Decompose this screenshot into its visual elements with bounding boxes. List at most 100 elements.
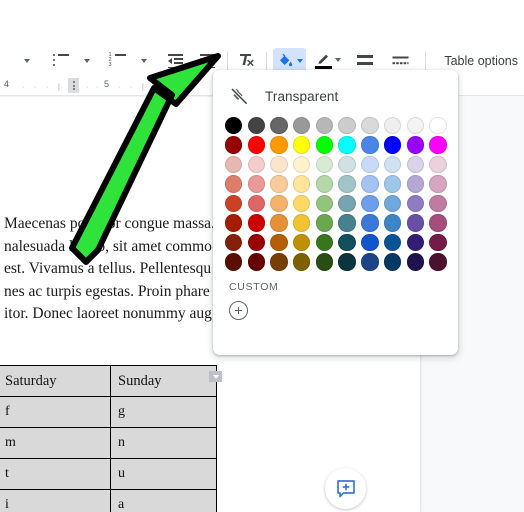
color-swatch[interactable]: [406, 253, 424, 271]
color-swatch[interactable]: [293, 117, 311, 135]
color-swatch[interactable]: [429, 136, 447, 154]
color-swatch[interactable]: [247, 214, 266, 232]
table-header-cell[interactable]: Sunday: [110, 365, 217, 397]
color-swatch[interactable]: [429, 233, 447, 252]
color-swatch[interactable]: [406, 194, 424, 213]
document-table[interactable]: day Saturday Sunday f g m n t u: [0, 365, 217, 512]
color-swatch[interactable]: [361, 155, 379, 174]
color-swatch[interactable]: [383, 253, 402, 271]
color-swatch[interactable]: [247, 233, 266, 252]
table-cell[interactable]: u: [110, 458, 217, 490]
color-swatch[interactable]: [406, 175, 424, 193]
table-cell[interactable]: i: [0, 489, 111, 512]
color-swatch[interactable]: [406, 233, 424, 252]
color-swatch[interactable]: [383, 117, 402, 135]
color-swatch[interactable]: [383, 175, 402, 193]
table-cell[interactable]: f: [0, 396, 111, 428]
color-swatch[interactable]: [247, 253, 266, 271]
color-swatch[interactable]: [338, 253, 356, 271]
table-cell[interactable]: n: [110, 427, 217, 459]
color-swatch[interactable]: [270, 214, 288, 232]
color-swatch[interactable]: [338, 175, 356, 193]
chevron-down-icon[interactable]: [334, 57, 341, 62]
color-swatch[interactable]: [270, 253, 288, 271]
color-swatch[interactable]: [383, 214, 402, 232]
bulleted-list-button[interactable]: [48, 48, 74, 74]
color-swatch[interactable]: [293, 136, 311, 154]
color-swatch[interactable]: [429, 155, 447, 174]
color-swatch[interactable]: [383, 233, 402, 252]
color-swatch[interactable]: [270, 175, 288, 193]
table-cell[interactable]: t: [0, 458, 111, 490]
color-swatch[interactable]: [338, 117, 356, 135]
decrease-indent-button[interactable]: [163, 48, 189, 74]
color-swatch[interactable]: [225, 155, 243, 174]
table-cell[interactable]: g: [110, 396, 217, 428]
color-swatch[interactable]: [429, 175, 447, 193]
numbered-list-button[interactable]: 123: [105, 48, 131, 74]
add-comment-button[interactable]: [325, 468, 366, 509]
color-swatch[interactable]: [315, 136, 334, 154]
color-swatch[interactable]: [361, 194, 379, 213]
color-swatch[interactable]: [383, 136, 402, 154]
chevron-down-icon[interactable]: [296, 58, 303, 63]
numbered-list-caret-button[interactable]: [131, 48, 157, 74]
color-swatch[interactable]: [315, 155, 334, 174]
table-header-cell[interactable]: Saturday: [0, 365, 111, 397]
color-swatch[interactable]: [361, 175, 379, 193]
table-cell[interactable]: m: [0, 427, 111, 459]
color-swatch[interactable]: [315, 233, 334, 252]
color-swatch[interactable]: [406, 214, 424, 232]
color-swatch[interactable]: [225, 233, 243, 252]
color-swatch[interactable]: [225, 117, 243, 135]
color-swatch[interactable]: [383, 194, 402, 213]
color-swatch[interactable]: [361, 233, 379, 252]
add-custom-color-button[interactable]: +: [229, 300, 248, 320]
color-swatch[interactable]: [338, 194, 356, 213]
ruler-tab-stop[interactable]: [68, 78, 79, 93]
ruler-tab-stop[interactable]: [152, 78, 163, 93]
color-swatch[interactable]: [406, 136, 424, 154]
color-swatch[interactable]: [293, 175, 311, 193]
color-swatch[interactable]: [429, 214, 447, 232]
color-swatch[interactable]: [293, 194, 311, 213]
color-swatch[interactable]: [315, 194, 334, 213]
color-swatch[interactable]: [293, 214, 311, 232]
color-swatch[interactable]: [361, 253, 379, 271]
color-swatch[interactable]: [270, 117, 288, 135]
color-swatch[interactable]: [247, 155, 266, 174]
color-swatch[interactable]: [293, 155, 311, 174]
color-swatch[interactable]: [225, 194, 243, 213]
transparent-option[interactable]: Transparent: [213, 79, 458, 113]
color-swatch[interactable]: [406, 117, 424, 135]
color-swatch[interactable]: [293, 253, 311, 271]
color-swatch[interactable]: [429, 194, 447, 213]
color-swatch[interactable]: [225, 214, 243, 232]
table-column-handle[interactable]: [209, 371, 222, 382]
color-swatch[interactable]: [293, 233, 311, 252]
color-swatch[interactable]: [338, 136, 356, 154]
color-swatch[interactable]: [361, 117, 379, 135]
color-swatch[interactable]: [247, 136, 266, 154]
color-swatch[interactable]: [361, 214, 379, 232]
color-swatch[interactable]: [429, 117, 447, 135]
color-swatch[interactable]: [270, 155, 288, 174]
color-swatch[interactable]: [361, 136, 379, 154]
color-swatch[interactable]: [225, 175, 243, 193]
color-swatch[interactable]: [270, 136, 288, 154]
color-swatch[interactable]: [338, 233, 356, 252]
color-swatch[interactable]: [383, 155, 402, 174]
color-swatch[interactable]: [315, 175, 334, 193]
color-swatch[interactable]: [315, 253, 334, 271]
color-swatch[interactable]: [429, 253, 447, 271]
color-swatch[interactable]: [315, 117, 334, 135]
color-swatch[interactable]: [247, 117, 266, 135]
bulleted-list-caret-button[interactable]: [74, 48, 100, 74]
color-swatch[interactable]: [406, 155, 424, 174]
table-cell[interactable]: a: [110, 489, 217, 512]
color-swatch[interactable]: [247, 194, 266, 213]
color-swatch[interactable]: [338, 155, 356, 174]
color-swatch[interactable]: [338, 214, 356, 232]
align-caret-button[interactable]: [14, 48, 40, 74]
color-swatch[interactable]: [315, 214, 334, 232]
